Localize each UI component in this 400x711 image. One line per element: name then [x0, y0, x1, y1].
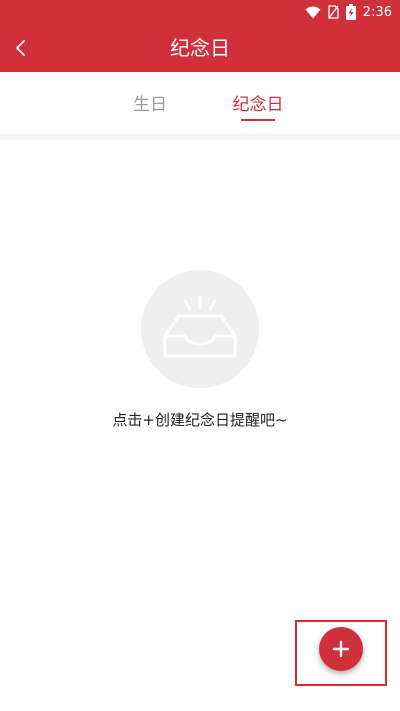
status-bar: 2:36	[0, 0, 400, 24]
divider	[0, 134, 400, 140]
chevron-left-icon[interactable]	[10, 36, 34, 60]
add-anniversary-button[interactable]	[319, 627, 363, 671]
status-icons: 2:36	[305, 3, 392, 21]
empty-inbox-icon	[163, 296, 237, 358]
tab-birthday[interactable]: 生日	[110, 72, 190, 134]
plus-icon	[332, 640, 350, 658]
battery-charging-icon	[345, 4, 356, 20]
tab-selected-indicator	[241, 119, 275, 121]
no-sim-icon	[328, 5, 339, 19]
empty-state-message: 点击+创建纪念日提醒吧~	[112, 411, 288, 429]
wifi-icon	[305, 6, 321, 18]
tab-bar: 生日 纪念日	[0, 72, 400, 134]
status-time: 2:36	[362, 4, 392, 20]
tab-anniversary[interactable]: 纪念日	[218, 72, 298, 134]
page-title: 纪念日	[170, 36, 230, 60]
empty-state-illustration	[141, 270, 259, 388]
app-bar: 纪念日	[0, 24, 400, 72]
